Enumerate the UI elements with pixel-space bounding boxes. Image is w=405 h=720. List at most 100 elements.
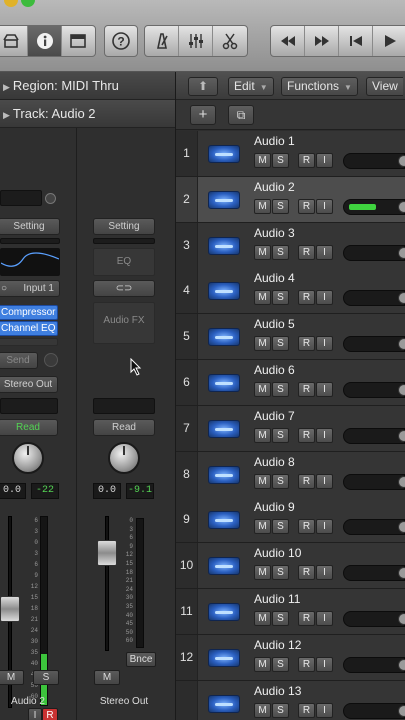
track-record-enable-button[interactable]: R bbox=[298, 702, 315, 718]
track-mute-button[interactable]: M bbox=[254, 336, 271, 352]
track-row[interactable]: 1 Audio 1 MSRI bbox=[176, 131, 405, 177]
track-row[interactable]: 9 Audio 9 MSRI bbox=[176, 497, 405, 544]
track-volume-knob[interactable] bbox=[398, 292, 405, 305]
track-solo-button[interactable]: S bbox=[272, 244, 289, 260]
track-volume-slider[interactable] bbox=[343, 611, 405, 627]
track-volume-knob[interactable] bbox=[398, 246, 405, 259]
track-input-monitoring-button[interactable]: I bbox=[316, 656, 333, 672]
track-row[interactable]: 8 Audio 8 MSRI bbox=[176, 451, 405, 498]
quick-help-button[interactable]: ? bbox=[105, 26, 137, 56]
track-mute-button[interactable]: M bbox=[254, 519, 271, 535]
strip1-group-field[interactable] bbox=[0, 398, 58, 414]
track-name[interactable]: Audio 1 bbox=[254, 134, 295, 148]
bounce-button[interactable]: Bnce bbox=[126, 652, 156, 667]
track-input-monitoring-button[interactable]: I bbox=[316, 382, 333, 397]
track-solo-button[interactable]: S bbox=[272, 290, 289, 306]
track-record-enable-button[interactable]: R bbox=[298, 565, 315, 581]
strip2-setting-button[interactable]: Setting bbox=[93, 218, 155, 235]
track-volume-knob[interactable] bbox=[398, 200, 405, 213]
inspector-button[interactable] bbox=[28, 26, 62, 56]
audio-track-icon[interactable] bbox=[208, 374, 240, 392]
plugin-slot-compressor[interactable]: Compressor bbox=[0, 305, 58, 320]
track-solo-button[interactable]: S bbox=[272, 473, 289, 489]
track-record-enable-button[interactable]: R bbox=[298, 656, 315, 672]
track-volume-slider[interactable] bbox=[343, 427, 405, 444]
track-record-enable-button[interactable]: R bbox=[298, 473, 315, 489]
track-name[interactable]: Audio 9 bbox=[254, 500, 295, 514]
track-solo-button[interactable]: S bbox=[272, 336, 289, 352]
new-track-button[interactable]: + bbox=[190, 105, 216, 125]
strip1-volume-fader[interactable] bbox=[0, 596, 20, 622]
track-name[interactable]: Audio 12 bbox=[254, 638, 301, 652]
audio-track-icon[interactable] bbox=[208, 145, 240, 163]
track-mute-button[interactable]: M bbox=[254, 198, 271, 214]
track-record-enable-button[interactable]: R bbox=[298, 427, 315, 443]
track-volume-slider[interactable] bbox=[343, 198, 405, 215]
audio-track-icon[interactable] bbox=[208, 190, 240, 209]
track-record-enable-button[interactable]: R bbox=[298, 611, 315, 626]
go-up-button[interactable]: ⬆ bbox=[188, 77, 218, 96]
region-inspector-header[interactable]: ▶ Region: MIDI Thru bbox=[0, 72, 175, 100]
strip2-audio-fx-slot[interactable]: Audio FX bbox=[93, 302, 155, 344]
track-volume-slider[interactable] bbox=[343, 244, 405, 261]
strip1-pan-knob[interactable] bbox=[12, 442, 44, 474]
track-name[interactable]: Audio 3 bbox=[254, 226, 295, 240]
track-volume-knob[interactable] bbox=[398, 613, 405, 625]
track-volume-slider[interactable] bbox=[343, 153, 405, 169]
record-enable-button[interactable]: R bbox=[42, 708, 58, 720]
track-row[interactable]: 12 Audio 12 M S R I bbox=[176, 634, 405, 681]
audio-track-icon[interactable] bbox=[208, 694, 240, 713]
track-mute-button[interactable]: M bbox=[254, 244, 271, 260]
strip1-input-button[interactable]: ○ Input 1 bbox=[0, 280, 60, 297]
track-input-monitoring-button[interactable]: I bbox=[316, 244, 333, 260]
track-volume-knob[interactable] bbox=[398, 658, 405, 671]
track-volume-knob[interactable] bbox=[398, 521, 405, 534]
track-solo-button[interactable]: S bbox=[272, 382, 289, 397]
track-input-monitoring-button[interactable]: I bbox=[316, 427, 333, 443]
notes-button[interactable] bbox=[62, 26, 95, 56]
track-row[interactable]: 11 Audio 11 M S R I bbox=[176, 589, 405, 635]
strip2-volume-fader[interactable] bbox=[97, 540, 117, 566]
track-name[interactable]: Audio 2 bbox=[254, 180, 295, 194]
track-record-enable-button[interactable]: R bbox=[298, 153, 315, 168]
rewind-button[interactable] bbox=[271, 26, 305, 56]
track-row[interactable]: 3 Audio 3 MSRI bbox=[176, 222, 405, 269]
track-name[interactable]: Audio 10 bbox=[254, 546, 301, 560]
track-mute-button[interactable]: M bbox=[254, 473, 271, 489]
track-volume-knob[interactable] bbox=[398, 338, 405, 351]
track-mute-button[interactable]: M bbox=[254, 565, 271, 581]
audio-track-icon[interactable] bbox=[208, 236, 240, 255]
track-name[interactable]: Audio 6 bbox=[254, 363, 295, 377]
strip2-automation-button[interactable]: Read bbox=[93, 419, 155, 436]
track-record-enable-button[interactable]: R bbox=[298, 336, 315, 352]
track-volume-slider[interactable] bbox=[343, 519, 405, 536]
strip1-mute-button[interactable]: M bbox=[0, 670, 24, 685]
track-mute-button[interactable]: M bbox=[254, 427, 271, 443]
track-record-enable-button[interactable]: R bbox=[298, 290, 315, 306]
track-name[interactable]: Audio 8 bbox=[254, 455, 295, 469]
library-button[interactable] bbox=[0, 26, 29, 56]
strip1-solo-button[interactable]: S bbox=[33, 670, 59, 685]
audio-track-icon[interactable] bbox=[208, 648, 240, 667]
track-volume-slider[interactable] bbox=[343, 656, 405, 673]
track-input-monitoring-button[interactable]: I bbox=[316, 290, 333, 306]
track-solo-button[interactable]: S bbox=[272, 198, 289, 214]
mixer-button[interactable] bbox=[179, 26, 213, 56]
audio-track-icon[interactable] bbox=[208, 282, 240, 301]
track-row[interactable]: 2 Audio 2 MSRI bbox=[176, 176, 405, 223]
strip2-pan-knob[interactable] bbox=[108, 442, 140, 474]
metronome-button[interactable] bbox=[145, 26, 179, 56]
audio-track-icon[interactable] bbox=[208, 465, 240, 484]
track-name[interactable]: Audio 7 bbox=[254, 409, 295, 423]
track-input-monitoring-button[interactable]: I bbox=[316, 473, 333, 489]
track-volume-knob[interactable] bbox=[398, 475, 405, 488]
track-volume-knob[interactable] bbox=[398, 567, 405, 580]
zoom-window-button[interactable] bbox=[21, 0, 35, 7]
plugin-slot-empty[interactable] bbox=[0, 338, 58, 346]
audio-track-icon[interactable] bbox=[208, 603, 240, 621]
track-row[interactable]: 5 Audio 5 MSRI bbox=[176, 314, 405, 361]
track-volume-slider[interactable] bbox=[343, 565, 405, 582]
audio-track-icon[interactable] bbox=[208, 557, 240, 576]
track-mute-button[interactable]: M bbox=[254, 702, 271, 718]
track-volume-slider[interactable] bbox=[343, 702, 405, 719]
